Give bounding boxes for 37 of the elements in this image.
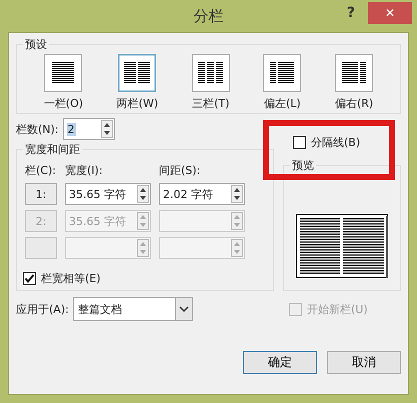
dialog-button[interactable]: 取消 [327,351,401,374]
layout-option-label: 偏左(L) [264,96,301,111]
layout-option-label: 三栏(T) [192,96,230,111]
help-button[interactable]: ? [340,4,361,22]
spin-arrows-icon[interactable] [137,185,149,203]
layout-option-label: 偏右(R) [334,96,374,111]
separator-checkbox[interactable]: 分隔线(B) [293,135,360,150]
layout-option-icon[interactable] [118,54,156,92]
column-header: 间距(S): [159,163,202,178]
group-title: 宽度和间距 [24,142,81,157]
column-number: 2: [25,210,57,232]
column-number: 1: [25,183,57,205]
equal-width-checkbox[interactable]: 栏宽相等(E) [23,271,267,286]
dialog-button[interactable]: 确定 [243,351,317,374]
width-spinner[interactable]: 35.65 字符 [65,183,151,205]
column-header: 栏(C): [25,163,57,178]
column-count-spinner[interactable]: 2 [62,118,115,140]
apply-to-label: 应用于(A): [16,302,69,316]
group-title: 预览 [291,158,315,173]
spin-arrows-icon[interactable] [231,185,243,203]
spacing-spinner[interactable]: 2.02 字符 [159,183,245,205]
layout-option-label: 一栏(O) [44,96,84,111]
column-header: 宽度(I): [65,163,104,178]
spin-arrows-icon[interactable] [100,120,113,138]
layout-option-icon[interactable] [44,54,82,92]
close-button[interactable]: ✕ [368,2,412,24]
window-title: 分栏 [194,6,224,26]
layout-option-icon[interactable] [335,54,374,92]
apply-to-dropdown[interactable]: 整篇文档 [72,297,193,321]
layout-option-icon[interactable] [192,54,230,92]
layout-option-icon[interactable] [263,54,302,92]
checkbox-icon[interactable] [293,136,306,149]
chevron-down-icon[interactable] [174,298,192,320]
checkbox-icon[interactable] [23,272,36,285]
group-title: 预设 [24,37,48,52]
column-count-label: 栏数(N): [16,122,59,136]
layout-option-label: 两栏(W) [116,96,158,111]
